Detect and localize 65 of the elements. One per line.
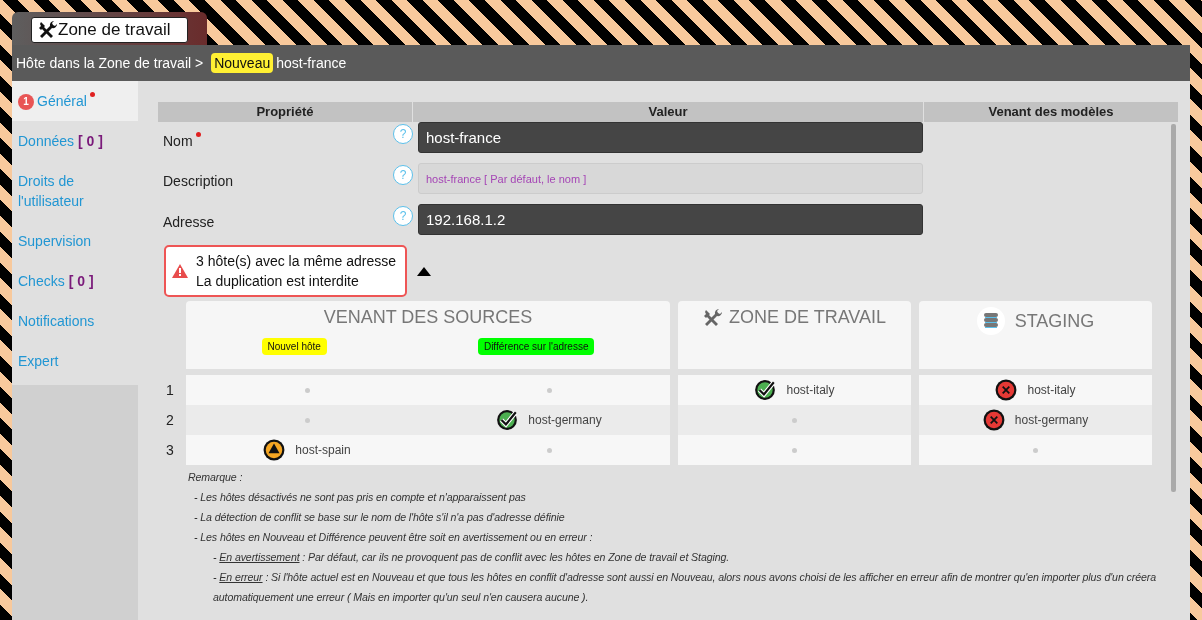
host-name: host-germany: [528, 413, 602, 427]
group-title: ZONE DE TRAVAIL: [728, 307, 886, 328]
property-label: Description: [163, 173, 234, 189]
error-count-badge: 1: [18, 94, 34, 110]
host-name: host-italy: [1027, 383, 1076, 397]
text-field[interactable]: host-france [ Par défaut, le nom ]: [418, 163, 923, 194]
group-title: STAGING: [1014, 310, 1095, 332]
sidebar-item[interactable]: 1 Général: [12, 81, 138, 121]
alert-text: 3 hôte(s) avec la même adresse: [196, 252, 396, 271]
empty-dot-icon: [792, 447, 797, 453]
item-count: [ 0 ]: [78, 133, 103, 149]
column-header: Valeur: [413, 102, 923, 122]
database-icon: [976, 307, 1005, 335]
empty-dot-icon: [546, 447, 552, 453]
text-field[interactable]: 192.168.1.2: [418, 204, 923, 235]
help-button[interactable]: ?: [393, 124, 413, 144]
empty-dot-icon: [792, 417, 797, 423]
column-header: Venant des modèles: [924, 102, 1178, 122]
group-title: VENANT DES SOURCES: [323, 307, 533, 328]
remark-title: Remarque :: [188, 470, 244, 485]
scrollbar-thumb[interactable]: [1171, 124, 1176, 492]
status-badge: Nouveau: [211, 53, 274, 73]
help-button[interactable]: ?: [393, 165, 413, 185]
sidebar-item[interactable]: Données [ 0 ]: [12, 121, 138, 161]
host-name: host-italy: [786, 383, 835, 397]
remark-text: - Les hôtes en Nouveau et Différence peuvent être soit en avertissement ou en erreur :: [193, 530, 594, 545]
host-name: host-germany: [1014, 413, 1089, 427]
warning-icon: [172, 264, 188, 278]
sidebar-item[interactable]: Checks [ 0 ]: [12, 261, 138, 301]
breadcrumb-path: Hôte dans la Zone de travail >: [16, 55, 204, 71]
column-tag: Nouvel hôte: [261, 338, 327, 355]
remark-text: - En avertissement : Par défaut, car ils ne provoquent pas de conflit avec les hôtes en Zone de travail et Staging.: [212, 550, 731, 565]
host-name: host-france: [276, 55, 347, 71]
cross-circle-icon: [982, 409, 1005, 431]
empty-dot-icon: [546, 387, 552, 393]
column-header: Propriété: [158, 102, 412, 122]
row-number: 3: [165, 441, 175, 460]
sidebar-item[interactable]: Droits de l'utilisateur: [12, 161, 138, 221]
check-circle-icon: [496, 409, 519, 431]
text-field[interactable]: host-france: [418, 122, 923, 153]
sidebar-item[interactable]: Supervision: [12, 221, 138, 261]
tools-icon: [702, 307, 723, 328]
property-label: Nom: [163, 133, 193, 149]
item-count: [ 0 ]: [68, 273, 94, 289]
empty-dot-icon: [304, 387, 310, 393]
sidebar-item[interactable]: Expert: [12, 341, 138, 381]
check-circle-icon: [754, 379, 777, 401]
workspace-button[interactable]: Zone de travail: [31, 17, 188, 43]
remark-text: - La détection de conflit se base sur le nom de l'hôte s'il n'a pas d'adresse définie: [193, 510, 566, 525]
tools-icon: [38, 20, 58, 40]
property-label: Adresse: [163, 214, 215, 230]
help-button[interactable]: ?: [393, 206, 413, 226]
warning-circle-icon: [263, 439, 286, 461]
host-name: host-spain: [295, 443, 351, 457]
alert-text: La duplication est interdite: [196, 272, 360, 291]
row-number: 1: [165, 381, 175, 400]
collapse-toggle-icon[interactable]: [417, 266, 431, 276]
empty-dot-icon: [304, 417, 310, 423]
empty-dot-icon: [1033, 447, 1038, 453]
cross-circle-icon: [995, 379, 1018, 401]
remark-text: - En erreur : Si l'hôte actuel est en Nouveau et que tous les hôtes en conflit d'adresse sont aussi en Nouveau, alors nous avons choisi de les afficher en erreur afin de montrer qu'en importer plus d'un créera automatiquement une erreur ( Mais en importer qu'un seul n'en causera aucune ).: [212, 570, 1157, 605]
remark-text: - Les hôtes désactivés ne sont pas pris en compte et n'apparaissent pas: [193, 490, 527, 505]
column-tag: Différence sur l'adresse: [477, 338, 595, 355]
sidebar-item[interactable]: Notifications: [12, 301, 138, 341]
row-number: 2: [165, 411, 175, 430]
